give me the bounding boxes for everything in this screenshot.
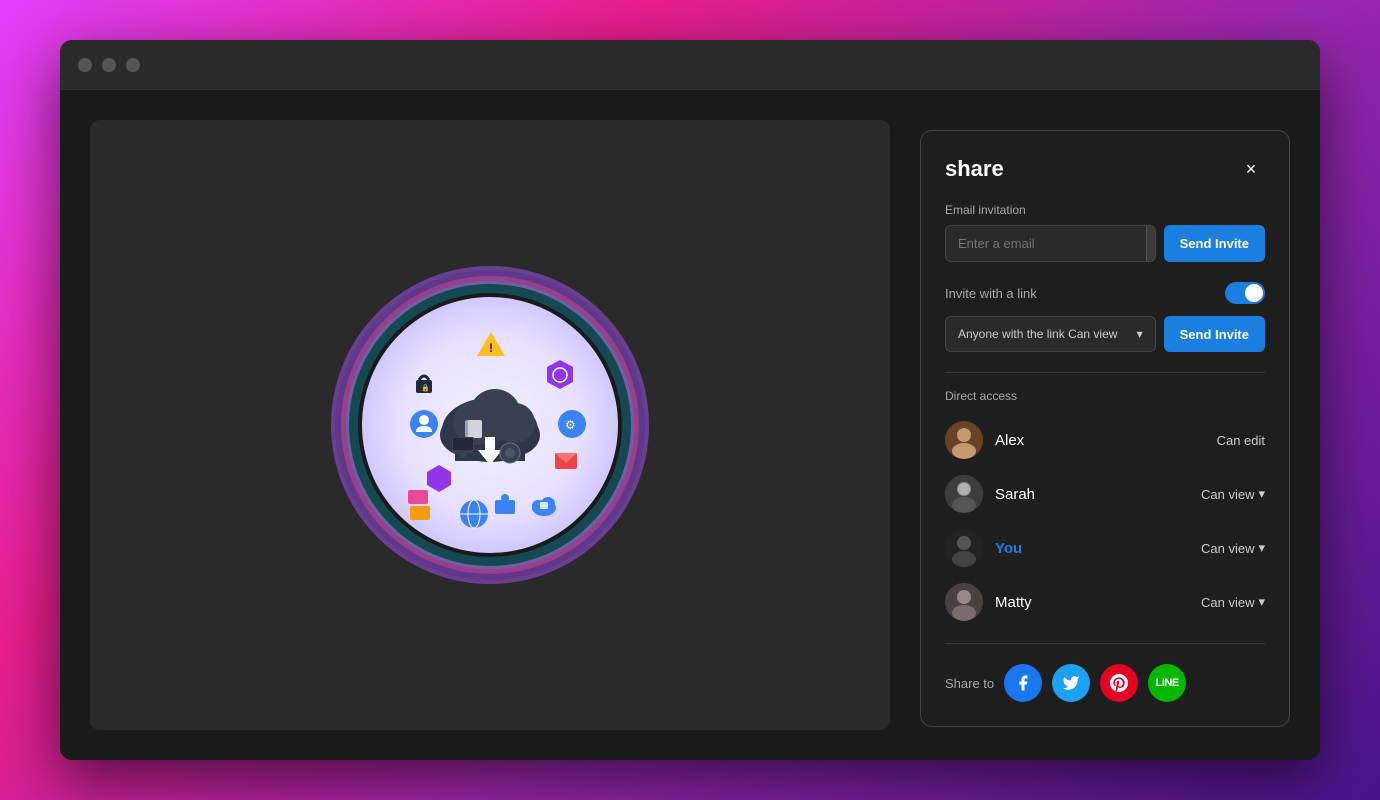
user-row-you: You Can view ▾: [945, 523, 1265, 573]
share-header: share ×: [945, 155, 1265, 183]
svg-text:!: !: [489, 341, 493, 355]
titlebar: [60, 40, 1320, 90]
invite-link-label: Invite with a link: [945, 286, 1037, 301]
user-row-sarah: Sarah Can view ▾: [945, 469, 1265, 519]
share-dialog-title: share: [945, 156, 1004, 182]
user-name-alex: Alex: [995, 432, 1205, 449]
pinterest-button[interactable]: [1100, 664, 1138, 702]
email-send-button[interactable]: Send Invite: [1164, 225, 1265, 262]
user-row-matty: Matty Can view ▾: [945, 577, 1265, 627]
invite-link-toggle[interactable]: [1225, 282, 1265, 304]
user-name-sarah: Sarah: [995, 486, 1189, 503]
link-row: Anyone with the link Can view ▾ Send Inv…: [945, 316, 1265, 352]
invite-link-row: Invite with a link: [945, 282, 1265, 304]
chevron-sarah: ▾: [1258, 486, 1265, 502]
avatar-matty: [945, 583, 983, 621]
link-send-button[interactable]: Send Invite: [1164, 316, 1265, 352]
email-input-group: can view ▾: [945, 225, 1156, 262]
user-name-matty: Matty: [995, 594, 1189, 611]
chevron-matty: ▾: [1258, 594, 1265, 610]
share-to-label: Share to: [945, 676, 994, 691]
share-dialog: share × Email invitation can view ▾ Send…: [920, 130, 1290, 727]
share-to-row: Share to LINE: [945, 664, 1265, 702]
email-row: can view ▾ Send Invite: [945, 225, 1265, 262]
chevron-down-icon-2: ▾: [1137, 327, 1143, 341]
svg-text:🔒: 🔒: [421, 384, 430, 392]
direct-access-label: Direct access: [945, 389, 1265, 403]
avatar-alex: [945, 421, 983, 459]
user-permission-you[interactable]: Can view ▾: [1201, 540, 1265, 556]
user-row-alex: Alex Can edit: [945, 415, 1265, 465]
email-permission-dropdown[interactable]: can view ▾: [1146, 226, 1156, 261]
preview-area: ! ⚙ 🔒: [90, 120, 890, 730]
email-section-label: Email invitation: [945, 203, 1265, 217]
divider-2: [945, 643, 1265, 644]
divider-1: [945, 372, 1265, 373]
app-window: ! ⚙ 🔒: [60, 40, 1320, 760]
user-name-you: You: [995, 540, 1189, 557]
content-area: ! ⚙ 🔒: [60, 90, 1320, 760]
user-permission-sarah[interactable]: Can view ▾: [1201, 486, 1265, 502]
close-button[interactable]: ×: [1237, 155, 1265, 183]
link-permission-dropdown[interactable]: Anyone with the link Can view ▾: [945, 316, 1156, 352]
email-input[interactable]: [946, 226, 1146, 261]
avatar-sarah: [945, 475, 983, 513]
user-list: Alex Can edit Sarah Can view ▾ You: [945, 415, 1265, 627]
user-permission-matty[interactable]: Can view ▾: [1201, 594, 1265, 610]
traffic-dot-2: [102, 58, 116, 72]
facebook-button[interactable]: [1004, 664, 1042, 702]
svg-text:⚙: ⚙: [565, 418, 576, 432]
line-button[interactable]: LINE: [1148, 664, 1186, 702]
cloud-illustration: ! ⚙ 🔒: [330, 265, 650, 585]
avatar-you: [945, 529, 983, 567]
twitter-button[interactable]: [1052, 664, 1090, 702]
user-permission-alex[interactable]: Can edit: [1217, 433, 1265, 448]
chevron-you: ▾: [1258, 540, 1265, 556]
traffic-dot-1: [78, 58, 92, 72]
traffic-dot-3: [126, 58, 140, 72]
